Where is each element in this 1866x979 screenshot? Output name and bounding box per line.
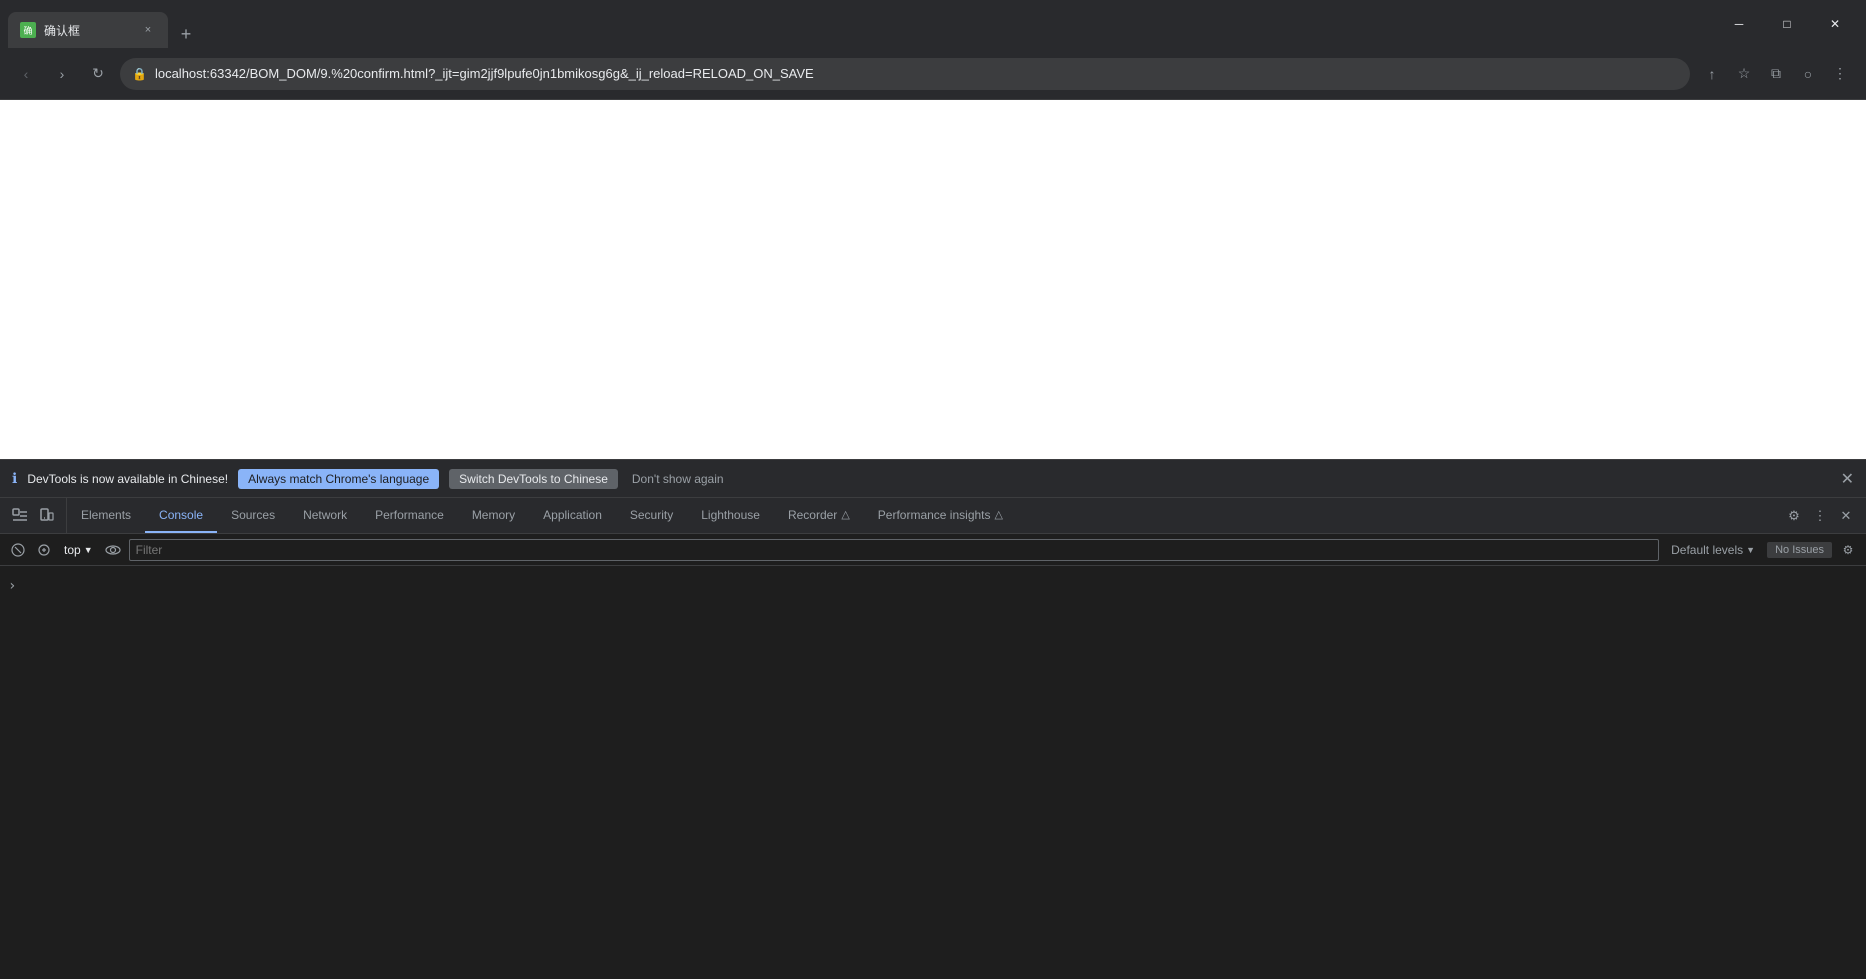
devtools-panel: ℹ DevTools is now available in Chinese! … [0, 459, 1866, 979]
nav-bar: ‹ › ↻ 🔒 localhost:63342/BOM_DOM/9.%20con… [0, 48, 1866, 100]
window-close-button[interactable]: ✕ [1812, 8, 1858, 40]
tab-recorder[interactable]: Recorder △ [774, 498, 864, 533]
tab-network[interactable]: Network [289, 498, 361, 533]
tab-security[interactable]: Security [616, 498, 687, 533]
console-toolbar: top ▼ Default levels ▼ No Issues ⚙ [0, 534, 1866, 566]
tab-strip: 确 确认框 × + [8, 0, 1716, 48]
devtools-toolbar-right: ⚙ ⋮ ✕ [1774, 504, 1866, 528]
tab-favicon: 确 [20, 22, 36, 38]
match-language-button[interactable]: Always match Chrome's language [238, 469, 439, 489]
new-tab-button[interactable]: + [172, 20, 200, 48]
inspect-element-button[interactable] [8, 504, 32, 528]
page-content [0, 100, 1866, 459]
split-icon: ⧉ [1771, 65, 1781, 82]
console-log-levels-selector[interactable]: Default levels ▼ [1665, 541, 1761, 559]
tab-performance-insights[interactable]: Performance insights △ [864, 498, 1017, 533]
tab-application[interactable]: Application [529, 498, 616, 533]
recorder-icon: △ [841, 508, 849, 521]
browser-window: 确 确认框 × + ─ □ ✕ ‹ › ↻ 🔒 localhost:63342/… [0, 0, 1866, 979]
tab-elements[interactable]: Elements [67, 498, 145, 533]
devtools-more-button[interactable]: ⋮ [1808, 504, 1832, 528]
console-settings-button[interactable]: ⚙ [1838, 540, 1858, 560]
log-levels-dropdown-icon: ▼ [1746, 545, 1755, 555]
nav-actions: ↑ ☆ ⧉ ○ ⋮ [1698, 60, 1854, 88]
account-button[interactable]: ○ [1794, 60, 1822, 88]
console-context-selector[interactable]: top ▼ [60, 541, 97, 559]
close-devtools-icon: ✕ [1841, 508, 1852, 524]
tab-console[interactable]: Console [145, 498, 217, 533]
perf-insights-icon: △ [995, 508, 1003, 521]
star-icon: ☆ [1738, 65, 1751, 82]
devtools-tabs: Elements Console Sources Network Perform… [67, 498, 1774, 533]
devtools-notification-bar: ℹ DevTools is now available in Chinese! … [0, 460, 1866, 498]
notification-info-icon: ℹ [12, 470, 17, 487]
console-issues-counter[interactable]: No Issues [1767, 542, 1832, 558]
dont-show-again-button[interactable]: Don't show again [632, 472, 724, 486]
address-bar[interactable]: 🔒 localhost:63342/BOM_DOM/9.%20confirm.h… [120, 58, 1690, 90]
forward-button[interactable]: › [48, 60, 76, 88]
tab-close-button[interactable]: × [140, 22, 156, 38]
url-text: localhost:63342/BOM_DOM/9.%20confirm.htm… [155, 66, 1678, 81]
notification-close-button[interactable]: ✕ [1841, 469, 1854, 489]
device-toolbar-button[interactable] [34, 504, 58, 528]
settings-icon: ⚙ [1788, 508, 1800, 524]
console-create-live-expression-button[interactable] [34, 540, 54, 560]
lock-icon: 🔒 [132, 67, 147, 81]
console-filter-input[interactable] [129, 539, 1660, 561]
console-clear-button[interactable] [8, 540, 28, 560]
minimize-button[interactable]: ─ [1716, 8, 1762, 40]
devtools-close-button[interactable]: ✕ [1834, 504, 1858, 528]
account-icon: ○ [1804, 66, 1812, 82]
title-bar: 确 确认框 × + ─ □ ✕ [0, 0, 1866, 48]
tab-title: 确认框 [44, 22, 132, 39]
devtools-icon-group [0, 498, 67, 533]
console-output[interactable]: › [0, 566, 1866, 979]
console-prompt-line: › [8, 578, 1858, 594]
switch-to-chinese-button[interactable]: Switch DevTools to Chinese [449, 469, 618, 489]
back-button[interactable]: ‹ [12, 60, 40, 88]
console-filter-by-url-button[interactable] [103, 540, 123, 560]
more-icon: ⋮ [1814, 508, 1827, 524]
bookmark-button[interactable]: ☆ [1730, 60, 1758, 88]
share-icon: ↑ [1709, 66, 1716, 82]
chrome-menu-icon: ⋮ [1833, 65, 1847, 82]
tab-performance[interactable]: Performance [361, 498, 458, 533]
devtools-settings-button[interactable]: ⚙ [1782, 504, 1806, 528]
split-button[interactable]: ⧉ [1762, 60, 1790, 88]
notification-text: DevTools is now available in Chinese! [27, 472, 228, 486]
console-gear-icon: ⚙ [1843, 543, 1854, 557]
menu-button[interactable]: ⋮ [1826, 60, 1854, 88]
title-bar-controls: ─ □ ✕ [1716, 8, 1858, 40]
devtools-toolbar: Elements Console Sources Network Perform… [0, 498, 1866, 534]
active-tab[interactable]: 确 确认框 × [8, 12, 168, 48]
prompt-arrow-icon: › [8, 578, 16, 594]
refresh-button[interactable]: ↻ [84, 60, 112, 88]
tab-memory[interactable]: Memory [458, 498, 529, 533]
context-dropdown-icon: ▼ [84, 545, 93, 555]
maximize-button[interactable]: □ [1764, 8, 1810, 40]
tab-lighthouse[interactable]: Lighthouse [687, 498, 774, 533]
tab-sources[interactable]: Sources [217, 498, 289, 533]
share-button[interactable]: ↑ [1698, 60, 1726, 88]
